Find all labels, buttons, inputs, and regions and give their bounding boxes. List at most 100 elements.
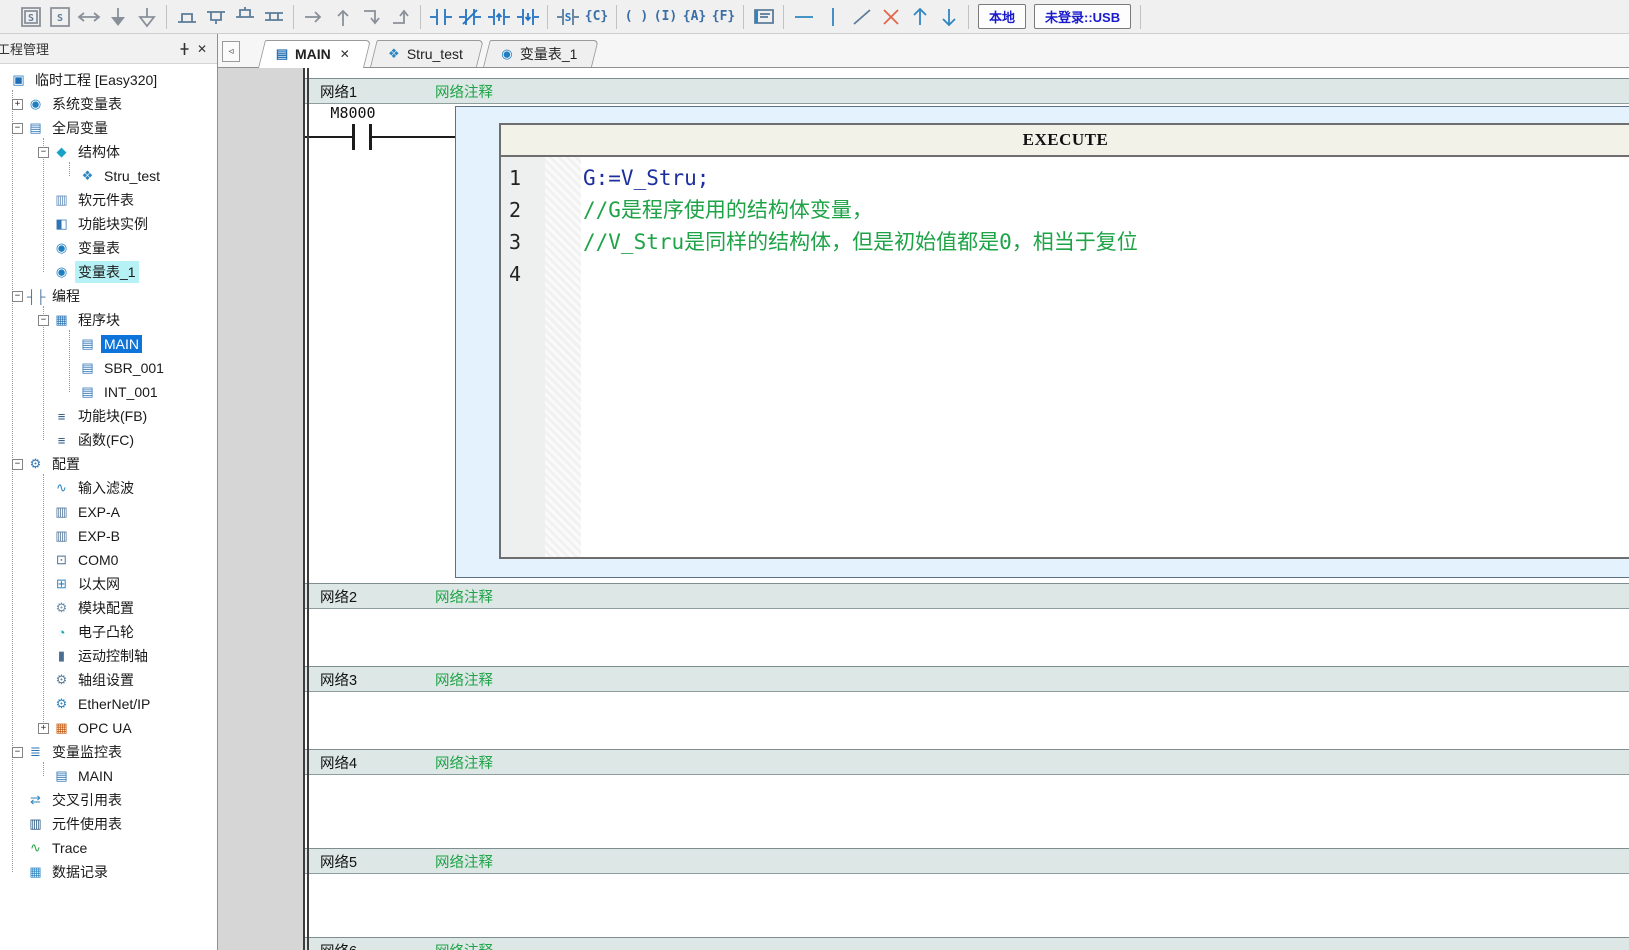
tree-item-config[interactable]: −⚙配置 [0,452,217,476]
tree-item-struct-member[interactable]: ❖Stru_test [0,164,217,188]
sfc-step-icon[interactable]: S [46,4,73,30]
collapse-icon[interactable]: − [12,123,23,134]
network-header-1[interactable]: 网络1网络注释 [303,78,1629,104]
tree-item-watch-table[interactable]: −≣变量监控表 [0,740,217,764]
tree-item-motion-axis[interactable]: ▮运动控制轴 [0,644,217,668]
contact-open-icon[interactable] [427,4,454,30]
network-comment[interactable]: 网络注释 [435,851,493,872]
insert-branch-up-icon[interactable] [173,4,200,30]
tree-item-trace[interactable]: ∿Trace [0,836,217,860]
insert-rung-icon[interactable] [231,4,258,30]
sfc-step-boxed-icon[interactable]: S [17,4,44,30]
network-comment[interactable]: 网络注释 [435,586,493,607]
tree-item-device-usage[interactable]: ▥元件使用表 [0,812,217,836]
contact-open-symbol[interactable] [352,124,355,150]
tab-main[interactable]: ▤MAIN✕ [258,40,364,68]
tree-item-device-comment[interactable]: ▥软元件表 [0,188,217,212]
tree-item-fb-instance[interactable]: ◧功能块实例 [0,212,217,236]
local-button[interactable]: 本地 [978,4,1026,29]
network-body-5[interactable] [303,874,1629,937]
insert-down-outline-icon[interactable] [133,4,160,30]
contact-open-symbol[interactable] [369,124,372,150]
coil-inverse-icon[interactable]: (I) [652,4,679,30]
tree-item-axis-group[interactable]: ⚙轴组设置 [0,668,217,692]
tree-item-struct[interactable]: −◆结构体 [0,140,217,164]
collapse-icon[interactable]: − [12,291,23,302]
application-instruction-icon[interactable]: {A} [681,4,708,30]
tree-item-var-table[interactable]: ◉变量表_1 [0,260,217,284]
collapse-icon[interactable]: − [12,747,23,758]
script-editor[interactable]: 1234G:=V_Stru;//G是程序使用的结构体变量，//V_Stru是同样… [501,157,1629,557]
comment-icon[interactable] [750,4,777,30]
login-status-button[interactable]: 未登录::USB [1034,4,1131,29]
tree-item-ecam[interactable]: ◔电子凸轮 [0,620,217,644]
tree-item-program-main[interactable]: ▤MAIN [0,332,217,356]
tree-item-program-blocks[interactable]: −▦程序块 [0,308,217,332]
move-up-icon[interactable] [906,4,933,30]
vertical-line-icon[interactable] [819,4,846,30]
wire-corner-down-icon[interactable] [358,4,385,30]
contact-label[interactable]: M8000 [325,104,381,122]
network-header-2[interactable]: 网络2网络注释 [303,583,1629,609]
code-line-3[interactable]: //V_Stru是同样的结构体，但是初始值都是0，相当于复位 [583,226,1629,258]
network-body-4[interactable] [303,775,1629,848]
tree-item-program-int[interactable]: ▤INT_001 [0,380,217,404]
tree-item-sys-var-table[interactable]: +◉系统变量表 [0,92,217,116]
clipped-icon[interactable] [0,4,15,30]
insert-parallel-rung-icon[interactable] [260,4,287,30]
code-area[interactable]: G:=V_Stru;//G是程序使用的结构体变量，//V_Stru是同样的结构体… [581,157,1629,557]
tree-item-input-filter[interactable]: ∿输入滤波 [0,476,217,500]
code-line-1[interactable]: G:=V_Stru; [583,162,1629,194]
tab-scroll-left-icon[interactable]: ◃ [222,41,240,62]
compare-instruction-icon[interactable]: {C} [583,4,610,30]
tree-item-program-sbr[interactable]: ▤SBR_001 [0,356,217,380]
collapse-icon[interactable]: − [12,459,23,470]
tree-item-cross-ref[interactable]: ⇄交叉引用表 [0,788,217,812]
tree-item-global-var[interactable]: −▤全局变量 [0,116,217,140]
delete-wire-icon[interactable] [877,4,904,30]
contact-falling-icon[interactable] [514,4,541,30]
code-line-4[interactable] [583,258,1629,290]
tree-item-exp-module[interactable]: ▥EXP-B [0,524,217,548]
ladder-canvas[interactable]: 网络1网络注释M8000 EXECUTE1234G:=V_Stru;//G是程序使… [303,68,1629,950]
network-header-6[interactable]: 网络6网络注释 [303,937,1629,950]
insert-branch-down-icon[interactable] [202,4,229,30]
network-header-3[interactable]: 网络3网络注释 [303,666,1629,692]
execute-block[interactable]: EXECUTE1234G:=V_Stru;//G是程序使用的结构体变量，//V_… [499,123,1629,559]
contact-set-icon[interactable]: S [554,4,581,30]
horizontal-stretch-icon[interactable] [75,4,102,30]
expand-icon[interactable]: + [38,723,49,734]
tab-var-table-1[interactable]: ◉变量表_1 [483,40,592,67]
horizontal-line-icon[interactable] [790,4,817,30]
tree-item-function-block[interactable]: ≡功能块(FB) [0,404,217,428]
tree-item-programming[interactable]: −┤├编程 [0,284,217,308]
tree-item-ethernet-ip[interactable]: ⚙EtherNet/IP [0,692,217,716]
tree-item-watch-main[interactable]: ▤MAIN [0,764,217,788]
close-icon[interactable]: ✕ [193,40,211,58]
code-line-2[interactable]: //G是程序使用的结构体变量， [583,194,1629,226]
tree-item-ethernet[interactable]: ⊞以太网 [0,572,217,596]
contact-rising-icon[interactable] [485,4,512,30]
wire-up-icon[interactable] [329,4,356,30]
execute-element-region[interactable]: EXECUTE1234G:=V_Stru;//G是程序使用的结构体变量，//V_… [455,106,1629,578]
contact-closed-icon[interactable] [456,4,483,30]
network-comment[interactable]: 网络注释 [435,669,493,690]
tree-item-opc-ua[interactable]: +▦OPC UA [0,716,217,740]
collapse-icon[interactable]: − [38,315,49,326]
wire-corner-up-icon[interactable] [387,4,414,30]
network-header-4[interactable]: 网络4网络注释 [303,749,1629,775]
tree-item-data-log[interactable]: ▦数据记录 [0,860,217,884]
delete-line-icon[interactable] [848,4,875,30]
insert-down-filled-icon[interactable] [104,4,131,30]
network-comment[interactable]: 网络注释 [435,752,493,773]
coil-icon[interactable]: ( ) [623,4,650,30]
tab-close-icon[interactable]: ✕ [340,47,350,61]
pin-icon[interactable] [175,40,193,58]
wire-right-icon[interactable] [300,4,327,30]
function-call-icon[interactable]: {F} [710,4,737,30]
tree-item-com-port[interactable]: ⊡COM0 [0,548,217,572]
network-comment[interactable]: 网络注释 [435,940,493,950]
tree-item-module-config[interactable]: ⚙模块配置 [0,596,217,620]
network-header-5[interactable]: 网络5网络注释 [303,848,1629,874]
move-down-icon[interactable] [935,4,962,30]
